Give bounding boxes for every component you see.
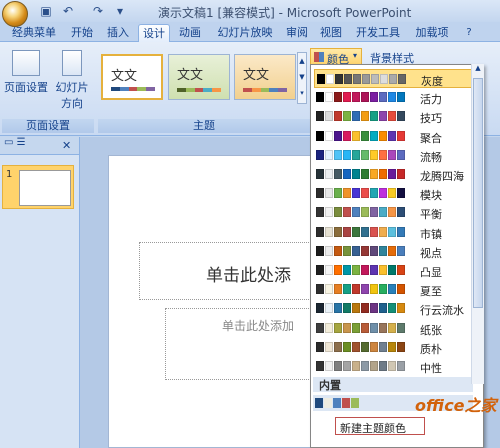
- tab-slideshow[interactable]: 幻灯片放映: [212, 24, 278, 42]
- color-swatches: [316, 284, 405, 295]
- color-scheme-name: 凸显: [420, 266, 442, 279]
- subtitle-placeholder[interactable]: 单击此处添加: [165, 308, 325, 380]
- color-scheme-name: 纸张: [420, 323, 442, 337]
- color-scheme-item[interactable]: 纸张: [314, 319, 480, 338]
- color-scheme-item[interactable]: 凸显: [314, 261, 480, 280]
- page-setup-button[interactable]: 页面设置: [4, 50, 48, 95]
- color-scheme-item[interactable]: 技巧: [314, 107, 480, 126]
- color-swatches: [317, 74, 406, 84]
- office-button[interactable]: [2, 1, 28, 27]
- page-setup-group-label: 页面设置: [2, 119, 94, 133]
- color-swatches: [316, 130, 405, 141]
- theme-office[interactable]: 文文: [101, 54, 163, 100]
- color-scheme-name: 活力: [420, 93, 442, 107]
- title-bar: ▣ ↶ ↷ ▾ 演示文稿1 [兼容模式] - Microsoft PowerPo…: [0, 0, 500, 27]
- tab-home[interactable]: 开始: [66, 24, 98, 42]
- color-swatches: [316, 92, 405, 103]
- color-scheme-name: 市镇: [420, 227, 442, 241]
- color-scheme-item[interactable]: 质朴: [314, 338, 480, 357]
- color-scheme-item[interactable]: 平衡: [314, 203, 480, 222]
- save-icon[interactable]: ▣: [38, 3, 54, 19]
- slides-panel: ▭ ☰ ✕ 1: [0, 137, 80, 448]
- scroll-thumb[interactable]: [473, 78, 483, 308]
- color-swatches: [316, 303, 405, 314]
- color-scheme-name: 视点: [420, 246, 442, 260]
- window-title: 演示文稿1 [兼容模式] - Microsoft PowerPoint: [158, 6, 412, 20]
- redo-icon[interactable]: ↷: [90, 3, 106, 19]
- color-swatches: [316, 169, 405, 179]
- tab-insert[interactable]: 插入: [102, 24, 134, 42]
- title-placeholder[interactable]: 单击此处添: [139, 242, 339, 300]
- close-icon[interactable]: ✕: [62, 139, 71, 152]
- color-scheme-item[interactable]: 龙腾四海: [314, 165, 480, 184]
- color-scheme-item[interactable]: 流畅: [314, 146, 480, 165]
- page-setup-icon: [12, 50, 40, 76]
- color-scheme-name: 平衡: [420, 208, 442, 222]
- color-scheme-name: 龙腾四海: [420, 170, 464, 183]
- ribbon-tabs: 经典菜单 开始 插入 设计 动画 幻灯片放映 审阅 视图 开发工具 加载项 ?: [0, 22, 500, 42]
- help-icon[interactable]: ?: [462, 24, 476, 42]
- color-scheme-name: 中性: [420, 362, 442, 375]
- tab-animation[interactable]: 动画: [174, 24, 206, 42]
- color-scheme-name: 技巧: [420, 112, 442, 126]
- color-swatches: [316, 188, 405, 199]
- color-swatches: [316, 265, 405, 275]
- color-scheme-item[interactable]: 灰度: [314, 69, 480, 88]
- color-scheme-name: 流畅: [420, 150, 442, 164]
- color-swatches: [316, 361, 405, 371]
- tab-addins[interactable]: 加载项: [410, 24, 454, 42]
- color-scheme-item[interactable]: 活力: [314, 88, 480, 107]
- customize-qat-icon[interactable]: ▾: [112, 3, 128, 19]
- color-scheme-name: 夏至: [420, 285, 442, 299]
- color-scheme-item[interactable]: 中性: [314, 357, 480, 376]
- color-scheme-item[interactable]: 夏至: [314, 280, 480, 299]
- tab-developer[interactable]: 开发工具: [352, 24, 404, 42]
- colors-icon: [314, 52, 324, 62]
- colors-dropdown: 灰度 活力 技巧 聚合 流畅 龙腾四海 模块 平衡 市镇 视点 凸显 夏至 行云流水 纸张 质朴 中性 内置 …: [310, 64, 484, 448]
- color-swatches: [316, 245, 405, 256]
- color-swatches: [316, 226, 405, 237]
- color-scheme-item[interactable]: 市镇: [314, 223, 480, 242]
- color-swatches: [316, 149, 405, 160]
- color-scheme-item[interactable]: 模块: [314, 184, 480, 203]
- color-swatches: [316, 207, 405, 218]
- watermark-logo: office之家: [415, 396, 497, 415]
- color-scheme-name: 行云流水: [420, 304, 464, 318]
- color-scheme-name: 质朴: [420, 342, 442, 356]
- slide-thumbnail: [19, 170, 71, 206]
- theme-3[interactable]: 文文: [234, 54, 296, 100]
- color-swatches: [316, 322, 405, 333]
- slide-orientation-icon: [62, 50, 82, 76]
- color-scheme-item[interactable]: 聚合: [314, 127, 480, 146]
- color-scheme-item[interactable]: 视点: [314, 242, 480, 261]
- tab-review[interactable]: 审阅: [282, 24, 312, 42]
- slide-thumbnail-selected[interactable]: 1: [2, 165, 74, 209]
- color-scheme-name: 模块: [420, 189, 442, 203]
- tab-design[interactable]: 设计: [138, 24, 170, 42]
- tab-view[interactable]: 视图: [316, 24, 346, 42]
- new-theme-colors-item[interactable]: 新建主题颜色: [335, 417, 425, 435]
- theme-scroll[interactable]: ▲ ▼ ▾: [297, 52, 307, 104]
- slide-orientation-button[interactable]: 幻灯片 方向: [50, 50, 94, 111]
- color-scheme-name: 灰度: [421, 75, 443, 88]
- dropdown-scrollbar[interactable]: ▲: [471, 64, 484, 384]
- color-scheme-item[interactable]: 行云流水: [314, 299, 480, 318]
- color-swatches: [316, 341, 405, 352]
- builtin-label: 内置: [313, 377, 473, 392]
- undo-icon[interactable]: ↶: [60, 3, 76, 19]
- themes-group-label: 主题: [98, 119, 310, 133]
- scroll-up-icon[interactable]: ▲: [472, 64, 484, 76]
- color-scheme-name: 聚合: [420, 131, 442, 145]
- theme-2[interactable]: 文文: [168, 54, 230, 100]
- chevron-down-icon: ▾: [353, 51, 358, 60]
- color-swatches: [316, 111, 405, 122]
- slide-canvas[interactable]: 单击此处添 单击此处添加: [108, 155, 339, 448]
